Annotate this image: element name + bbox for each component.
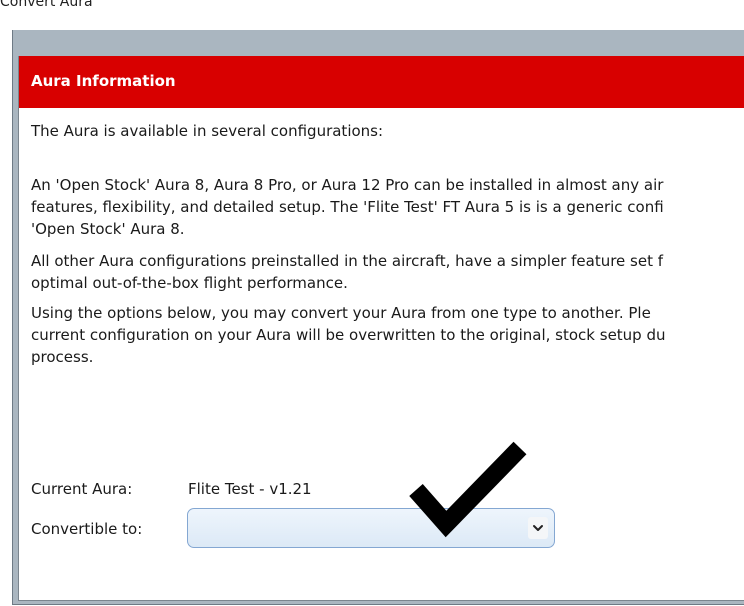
convertible-to-label: Convertible to: bbox=[31, 520, 143, 538]
paragraph-line: An 'Open Stock' Aura 8, Aura 8 Pro, or A… bbox=[31, 176, 664, 194]
window-title: Convert Aura bbox=[0, 0, 93, 10]
paragraph-line: process. bbox=[31, 348, 94, 366]
paragraph-line: optimal out-of-the-box flight performanc… bbox=[31, 274, 348, 292]
aura-information-panel: Aura Information The Aura is available i… bbox=[18, 56, 744, 601]
open-stock-paragraph: An 'Open Stock' Aura 8, Aura 8 Pro, or A… bbox=[31, 174, 664, 240]
intro-text: The Aura is available in several configu… bbox=[31, 122, 384, 140]
paragraph-line: Using the options below, you may convert… bbox=[31, 304, 651, 322]
panel-title: Aura Information bbox=[31, 72, 176, 90]
other-configurations-paragraph: All other Aura configurations preinstall… bbox=[31, 250, 663, 294]
current-aura-label: Current Aura: bbox=[31, 480, 133, 498]
checkmark-icon bbox=[409, 441, 527, 538]
panel-header: Aura Information bbox=[19, 56, 744, 108]
paragraph-line: features, flexibility, and detailed setu… bbox=[31, 198, 664, 216]
conversion-paragraph: Using the options below, you may convert… bbox=[31, 302, 666, 368]
paragraph-line: current configuration on your Aura will … bbox=[31, 326, 666, 344]
paragraph-line: 'Open Stock' Aura 8. bbox=[31, 220, 185, 238]
current-aura-value: Flite Test - v1.21 bbox=[188, 480, 312, 498]
paragraph-line: All other Aura configurations preinstall… bbox=[31, 252, 664, 270]
chevron-down-icon[interactable] bbox=[528, 517, 548, 539]
